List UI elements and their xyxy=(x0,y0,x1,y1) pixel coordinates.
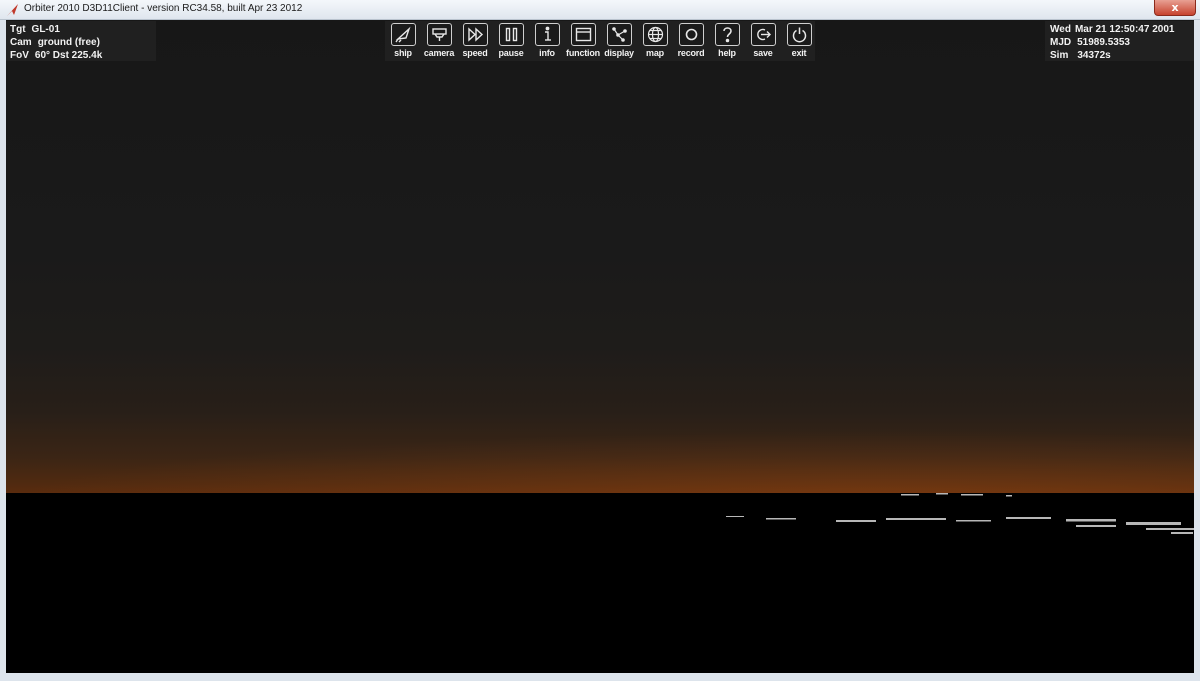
pause-button[interactable]: pause xyxy=(493,23,529,61)
window-frame-bottom xyxy=(0,673,1200,681)
speed-button[interactable]: speed xyxy=(457,23,493,61)
hud-fov-row: FoV 60° Dst 225.4k xyxy=(10,49,156,62)
hud-value: 51989.5353 xyxy=(1077,37,1130,48)
toolbar-label: function xyxy=(566,48,600,58)
help-button[interactable]: help xyxy=(709,23,745,61)
toolbar-label: map xyxy=(646,48,664,58)
toolbar-label: camera xyxy=(423,48,455,58)
window-title: Orbiter 2010 D3D11Client - version RC34.… xyxy=(24,3,303,14)
ship-button[interactable]: ship xyxy=(385,23,421,61)
window-frame-right xyxy=(1194,20,1200,681)
title-bar[interactable]: Orbiter 2010 D3D11Client - version RC34.… xyxy=(0,0,1200,20)
toolbar-label: ship xyxy=(394,48,412,58)
toolbar-label: save xyxy=(753,48,773,58)
close-button[interactable]: x xyxy=(1154,0,1196,16)
record-icon xyxy=(685,28,697,41)
toolbar-label: info xyxy=(539,48,555,58)
ground-lights xyxy=(726,493,1194,534)
hud-label: Cam xyxy=(10,37,32,48)
hud-label: Wed xyxy=(1050,24,1071,35)
hud-mjd-row: MJD 51989.5353 xyxy=(1050,36,1194,49)
time-info-panel: Wed Mar 21 12:50:47 2001 MJD 51989.5353 Si… xyxy=(1045,21,1194,61)
map-button[interactable]: map xyxy=(637,23,673,61)
orbiter-app-icon xyxy=(7,4,18,16)
toolbar-label: exit xyxy=(791,48,807,58)
speed-icon xyxy=(467,27,483,42)
hud-value: GL-01 xyxy=(31,24,60,35)
save-icon xyxy=(756,28,771,41)
toolbar-label: display xyxy=(604,48,634,58)
exit-icon xyxy=(792,27,806,43)
hud-label: Sim xyxy=(1050,50,1069,61)
info-button[interactable]: info xyxy=(529,23,565,61)
camera-icon xyxy=(431,28,447,41)
hud-label: MJD xyxy=(1050,37,1072,48)
hud-target-row: Tgt GL-01 xyxy=(10,23,156,36)
info-icon xyxy=(544,26,551,41)
main-toolbar: ship camera speed pause info function di… xyxy=(385,21,815,61)
camera-button[interactable]: camera xyxy=(421,23,457,61)
hud-value: ground (free) xyxy=(37,37,100,48)
display-icon xyxy=(611,27,627,42)
function-icon xyxy=(575,27,591,42)
record-button[interactable]: record xyxy=(673,23,709,61)
hud-date-row: Wed Mar 21 12:50:47 2001 xyxy=(1050,23,1194,36)
toolbar-label: help xyxy=(718,48,736,58)
hud-value: 34372s xyxy=(1077,50,1111,61)
camera-info-panel: Tgt GL-01 Cam ground (free) FoV 60° Dst 225… xyxy=(6,21,156,61)
function-button[interactable]: function xyxy=(565,23,601,61)
toolbar-label: pause xyxy=(498,48,524,58)
help-icon xyxy=(722,27,732,43)
toolbar-label: speed xyxy=(462,48,488,58)
simulation-viewport[interactable] xyxy=(6,20,1194,673)
ship-icon xyxy=(394,26,411,43)
exit-button[interactable]: exit xyxy=(781,23,817,61)
display-button[interactable]: display xyxy=(601,23,637,61)
hud-camera-row: Cam ground (free) xyxy=(10,36,156,49)
hud-value: Mar 21 12:50:47 2001 xyxy=(1074,24,1175,35)
hud-value: 60° Dst 225.4k xyxy=(34,50,103,61)
hud-sim-row: Sim 34372s xyxy=(1050,49,1194,62)
toolbar-label: record xyxy=(677,48,705,58)
map-icon xyxy=(647,26,663,43)
hud-label: Tgt xyxy=(10,24,26,35)
save-button[interactable]: save xyxy=(745,23,781,61)
hud-label: FoV xyxy=(10,50,29,61)
pause-icon xyxy=(505,27,517,42)
